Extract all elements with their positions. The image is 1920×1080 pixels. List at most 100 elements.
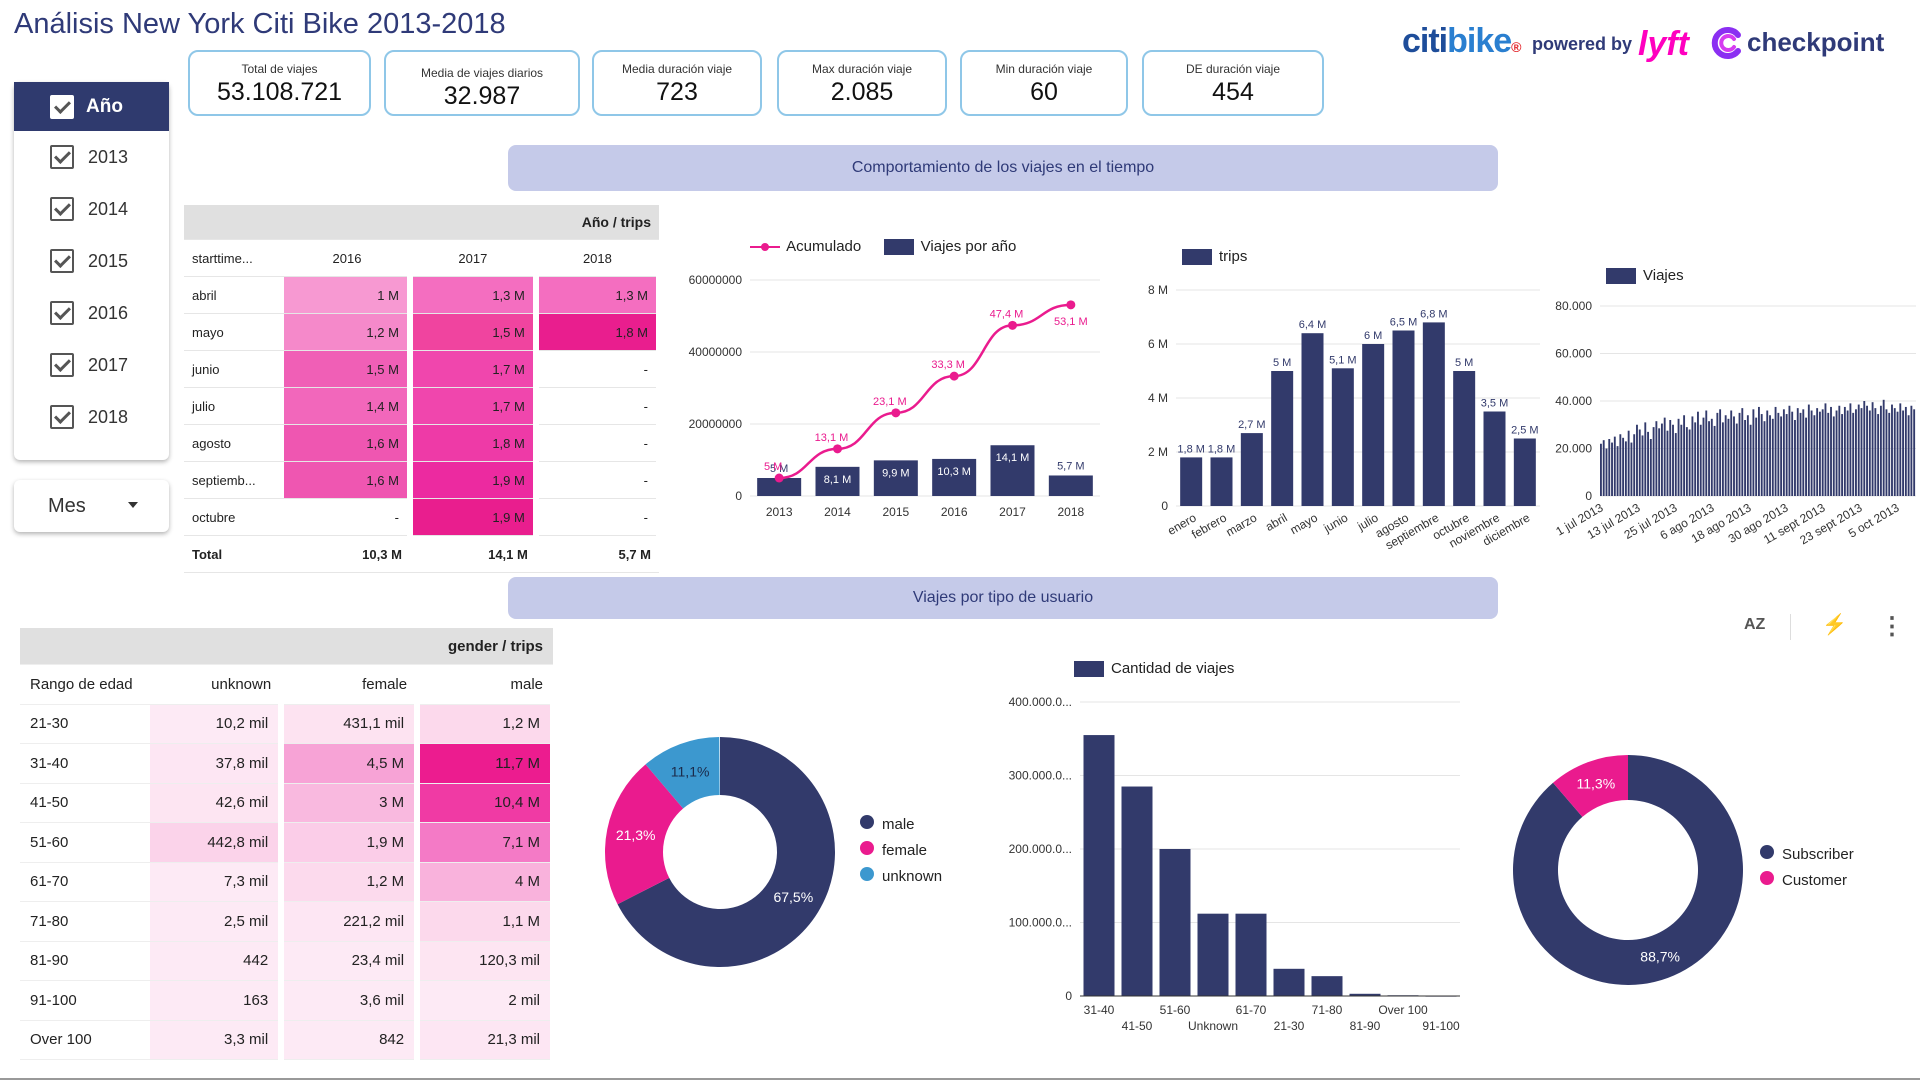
- filter-item-2015[interactable]: 2015: [14, 235, 169, 287]
- bar: [1758, 406, 1760, 496]
- combo-legend: Acumulado Viajes por año: [748, 238, 1034, 260]
- column-header: male: [417, 664, 553, 705]
- y-tick-label: 20.000: [1555, 442, 1592, 456]
- bar: [1713, 425, 1716, 496]
- table-cell: 1,3 M: [409, 276, 539, 314]
- bar: [1627, 430, 1630, 496]
- bar: [1832, 416, 1835, 496]
- table-cell: 10,2 mil: [150, 704, 285, 744]
- filter-item-2018[interactable]: 2018: [14, 391, 169, 443]
- table-row: mayo 1,2 M 1,5 M 1,8 M: [184, 313, 663, 351]
- checkbox-icon[interactable]: [50, 353, 74, 377]
- table-cell: 7,1 M: [417, 822, 556, 863]
- column-header: starttime...: [184, 239, 284, 277]
- total-label: Total: [184, 535, 284, 573]
- bar-data-label: 2,7 M: [1238, 419, 1266, 431]
- legend-item-subscriber: Subscriber: [1760, 842, 1854, 868]
- table-row: 71-80 2,5 mil 221,2 mil 1,1 M: [20, 901, 556, 942]
- line-data-label: 53,1 M: [1054, 316, 1088, 328]
- bar: [1724, 415, 1727, 496]
- row-label: septiemb...: [184, 461, 284, 499]
- filter-item-2014[interactable]: 2014: [14, 183, 169, 235]
- x-tick-label: 41-50: [1122, 1019, 1153, 1033]
- bar: [1749, 424, 1752, 496]
- bar: [1746, 415, 1749, 496]
- bar: [1738, 412, 1741, 496]
- bar: [1663, 417, 1666, 496]
- bar: [1605, 448, 1608, 496]
- table-group-header: Año / trips: [184, 205, 659, 240]
- checkbox-icon[interactable]: [50, 301, 74, 325]
- filter-item-2017[interactable]: 2017: [14, 339, 169, 391]
- bar: [1741, 408, 1744, 496]
- bar: [1636, 424, 1638, 496]
- sort-az-icon[interactable]: AZ: [1744, 616, 1765, 634]
- powered-by-text: powered by: [1532, 34, 1633, 54]
- table-cell: 1,1 M: [417, 901, 556, 942]
- y-tick-label: 200.000.0...: [1009, 842, 1072, 856]
- checkbox-icon[interactable]: [50, 145, 74, 169]
- checkbox-icon[interactable]: [50, 197, 74, 221]
- row-label: 41-50: [20, 783, 150, 823]
- line-point: [891, 408, 901, 418]
- y-tick-label: 6 M: [1148, 337, 1168, 351]
- daily-legend: Viajes: [1606, 267, 1702, 289]
- bar-data-label: 1,8 M: [1208, 443, 1236, 455]
- checkbox-icon[interactable]: [50, 249, 74, 273]
- bar: [1796, 408, 1799, 496]
- checkbox-icon[interactable]: [50, 94, 74, 119]
- legend-item-unknown: unknown: [860, 864, 942, 890]
- table-cell: 1,9 M: [409, 461, 539, 499]
- table-group-header: gender / trips: [20, 628, 553, 665]
- row-label: abril: [184, 276, 284, 314]
- y-tick-label: 0: [735, 489, 742, 503]
- bar-data-label: 6,5 M: [1390, 317, 1418, 329]
- bar: [1652, 427, 1655, 496]
- table-cell: -: [284, 498, 413, 536]
- table-cell: 1,8 M: [535, 313, 663, 351]
- bar: [1392, 330, 1415, 506]
- column-header: unknown: [150, 664, 282, 705]
- trips-by-gender-table: gender / trips Rango de edad unknown fem…: [20, 628, 556, 1060]
- bar: [1816, 408, 1819, 496]
- bar: [1771, 418, 1774, 496]
- line-data-label: 33,3 M: [931, 359, 965, 371]
- bar: [1624, 441, 1627, 496]
- table-cell: 1,9 M: [281, 822, 421, 863]
- table-cell: 1,6 M: [284, 424, 413, 462]
- column-header: 2018: [535, 239, 659, 277]
- bar: [1769, 415, 1771, 496]
- bar: [1841, 414, 1844, 496]
- bar: [1910, 405, 1913, 496]
- table-cell: 37,8 mil: [150, 743, 285, 784]
- bar: [1857, 404, 1860, 496]
- y-tick-label: 4 M: [1148, 391, 1168, 405]
- bar: [1902, 410, 1905, 496]
- bar: [1271, 371, 1294, 506]
- bar: [1821, 409, 1824, 496]
- age-legend: Cantidad de viajes: [1074, 660, 1252, 682]
- bolt-icon[interactable]: ⚡: [1822, 612, 1847, 637]
- bar: [1896, 411, 1899, 496]
- x-tick-label: abril: [1263, 510, 1290, 533]
- x-tick-label: Over 100: [1378, 1003, 1428, 1017]
- filter-header-select-all[interactable]: Año: [14, 82, 169, 131]
- bar: [1658, 428, 1661, 496]
- table-cell: 1,6 M: [284, 461, 413, 499]
- bar: [1802, 409, 1805, 496]
- checkbox-icon[interactable]: [50, 405, 74, 429]
- usertype-legend: Subscriber Customer: [1760, 842, 1854, 894]
- table-row: junio 1,5 M 1,7 M-: [184, 350, 663, 388]
- table-cell: 3,3 mil: [150, 1020, 285, 1060]
- x-tick-label: 2015: [882, 505, 909, 519]
- month-dropdown[interactable]: Mes: [14, 480, 169, 532]
- chart-viajes-diarios: 020.00040.00060.00080.0001 jul 201313 ju…: [1553, 299, 1916, 547]
- filter-item-2013[interactable]: 2013: [14, 131, 169, 183]
- more-vert-icon[interactable]: ⋮: [1880, 612, 1904, 641]
- bar: [1755, 417, 1758, 496]
- bar: [1721, 422, 1724, 496]
- y-tick-label: 60000000: [689, 273, 743, 287]
- y-tick-label: 80.000: [1555, 299, 1592, 313]
- table-cell: 3 M: [281, 783, 421, 823]
- filter-item-2016[interactable]: 2016: [14, 287, 169, 339]
